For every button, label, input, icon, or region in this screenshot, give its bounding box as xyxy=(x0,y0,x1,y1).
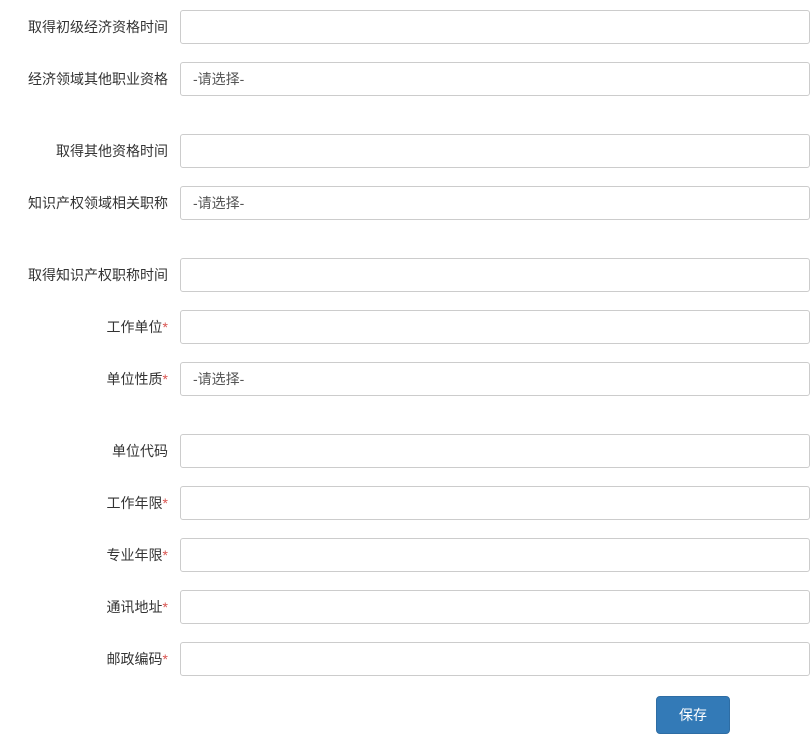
form-container: 取得初级经济资格时间 经济领域其他职业资格 -请选择- 取得其他资格时间 知识产… xyxy=(0,0,810,744)
label-text-major-years: 专业年限 xyxy=(107,547,163,563)
label-text-unit-nature: 单位性质 xyxy=(107,371,163,387)
label-text-mailing-address: 通讯地址 xyxy=(107,599,163,615)
row-obtain-primary-economics-time: 取得初级经济资格时间 xyxy=(0,10,810,44)
row-mailing-address: 通讯地址* xyxy=(0,590,810,624)
label-work-unit: 工作单位* xyxy=(0,317,180,337)
required-marker: * xyxy=(163,495,168,511)
input-postal-code[interactable] xyxy=(180,642,810,676)
row-postal-code: 邮政编码* xyxy=(0,642,810,676)
input-unit-code[interactable] xyxy=(180,434,810,468)
button-row: 保存 xyxy=(0,696,810,734)
row-major-years: 专业年限* xyxy=(0,538,810,572)
select-ip-related-title[interactable]: -请选择- xyxy=(180,186,810,220)
select-other-economics-qualification[interactable]: -请选择- xyxy=(180,62,810,96)
label-major-years: 专业年限* xyxy=(0,545,180,565)
label-mailing-address: 通讯地址* xyxy=(0,597,180,617)
label-ip-related-title: 知识产权领域相关职称 xyxy=(0,193,180,213)
input-work-unit[interactable] xyxy=(180,310,810,344)
required-marker: * xyxy=(163,547,168,563)
row-obtain-other-qualification-time: 取得其他资格时间 xyxy=(0,134,810,168)
label-obtain-other-qualification-time: 取得其他资格时间 xyxy=(0,141,180,161)
label-text-postal-code: 邮政编码 xyxy=(107,651,163,667)
input-work-years[interactable] xyxy=(180,486,810,520)
row-ip-related-title: 知识产权领域相关职称 -请选择- xyxy=(0,186,810,220)
save-button[interactable]: 保存 xyxy=(656,696,730,734)
label-unit-code: 单位代码 xyxy=(0,441,180,461)
label-work-years: 工作年限* xyxy=(0,493,180,513)
input-obtain-primary-economics-time[interactable] xyxy=(180,10,810,44)
input-obtain-other-qualification-time[interactable] xyxy=(180,134,810,168)
input-obtain-ip-title-time[interactable] xyxy=(180,258,810,292)
required-marker: * xyxy=(163,599,168,615)
row-unit-nature: 单位性质* -请选择- xyxy=(0,362,810,396)
row-work-unit: 工作单位* xyxy=(0,310,810,344)
label-obtain-ip-title-time: 取得知识产权职称时间 xyxy=(0,265,180,285)
label-other-economics-qualification: 经济领域其他职业资格 xyxy=(0,69,180,89)
label-postal-code: 邮政编码* xyxy=(0,649,180,669)
required-marker: * xyxy=(163,319,168,335)
input-major-years[interactable] xyxy=(180,538,810,572)
row-other-economics-qualification: 经济领域其他职业资格 -请选择- xyxy=(0,62,810,96)
row-unit-code: 单位代码 xyxy=(0,434,810,468)
label-obtain-primary-economics-time: 取得初级经济资格时间 xyxy=(0,17,180,37)
required-marker: * xyxy=(163,651,168,667)
label-text-work-years: 工作年限 xyxy=(107,495,163,511)
required-marker: * xyxy=(163,371,168,387)
row-obtain-ip-title-time: 取得知识产权职称时间 xyxy=(0,258,810,292)
label-text-work-unit: 工作单位 xyxy=(107,319,163,335)
input-mailing-address[interactable] xyxy=(180,590,810,624)
select-unit-nature[interactable]: -请选择- xyxy=(180,362,810,396)
label-unit-nature: 单位性质* xyxy=(0,369,180,389)
row-work-years: 工作年限* xyxy=(0,486,810,520)
